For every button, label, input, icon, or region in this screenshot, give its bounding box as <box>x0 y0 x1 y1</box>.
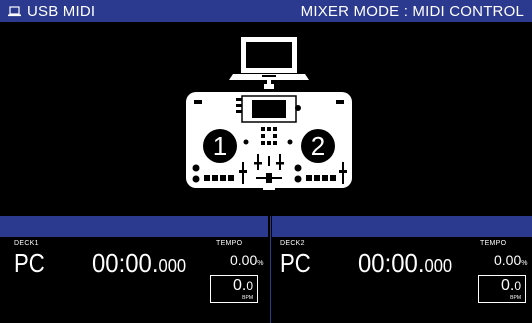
deck1-label: DECK1 <box>14 240 39 247</box>
deck1-panel: DECK1 TEMPO PC 00:00.000 0.00% 0.0 BPM <box>0 237 268 323</box>
deck2-tempo-label: TEMPO <box>480 240 507 247</box>
deck1-time: 00:00.000 <box>92 248 186 279</box>
deck1-tempo-label: TEMPO <box>216 240 243 247</box>
dj-controller-icon <box>186 92 352 190</box>
deck2-panel: DECK2 TEMPO PC 00:00.000 0.00% 0.0 BPM <box>272 237 532 323</box>
deck1-number-label: 1 <box>213 131 227 161</box>
deck2-bpm-int: 0. <box>500 277 515 294</box>
deck1-tempo-number: 0.00 <box>230 252 258 268</box>
deck1-bpm-dec: 0 <box>246 279 253 293</box>
controller-illustration: 1 2 <box>0 22 532 216</box>
deck2-number-label: 2 <box>311 131 325 161</box>
deck2-time-main: 00:00. <box>358 248 425 278</box>
deck1-time-main: 00:00. <box>92 248 159 278</box>
top-status-bar: USB MIDI MIXER MODE : MIDI CONTROL <box>0 0 532 22</box>
deck1-bpm-label: BPM <box>242 295 253 301</box>
deck1-time-ms: 000 <box>158 256 187 276</box>
usb-cable-icon <box>264 80 274 89</box>
source-indicator: USB MIDI <box>8 3 95 20</box>
deck2-header-strip <box>272 216 532 237</box>
deck1-tempo-unit: % <box>257 260 264 267</box>
deck1-tempo-value: 0.00% <box>230 252 263 268</box>
deck2-tempo-value: 0.00% <box>494 252 527 268</box>
deck2-tempo-number: 0.00 <box>494 252 522 268</box>
deck-divider <box>270 216 271 323</box>
deck1-bpm-box: 0.0 BPM <box>210 275 258 303</box>
deck2-source: PC <box>280 248 311 278</box>
deck1-bpm-int: 0. <box>232 277 247 294</box>
deck2-time-ms: 000 <box>424 256 453 276</box>
deck1-header-strip <box>0 216 268 237</box>
deck2-bpm-label: BPM <box>510 295 521 301</box>
deck2-time: 00:00.000 <box>358 248 452 279</box>
deck2-bpm-value: 0.0 <box>501 277 521 295</box>
deck2-bpm-box: 0.0 BPM <box>478 275 526 303</box>
laptop-icon <box>8 5 21 17</box>
mixer-mode-label: MIXER MODE : MIDI CONTROL <box>300 2 524 20</box>
deck1-source: PC <box>14 248 45 278</box>
deck2-bpm-dec: 0 <box>514 279 521 293</box>
deck2-tempo-unit: % <box>521 260 528 267</box>
source-label: USB MIDI <box>27 2 96 20</box>
deck1-bpm-value: 0.0 <box>233 277 253 295</box>
laptop-icon <box>229 37 309 80</box>
deck2-label: DECK2 <box>280 240 305 247</box>
